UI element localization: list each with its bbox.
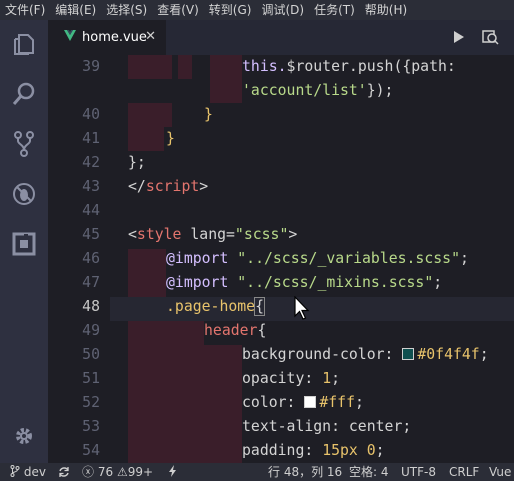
menu-tasks[interactable]: 任务(T) [309, 0, 360, 20]
menu-selection[interactable]: 选择(S) [101, 0, 152, 20]
code-line-41: } [166, 130, 175, 147]
code-editor[interactable]: 39 40 41 42 43 44 45 46 47 48 49 50 51 5… [48, 55, 514, 463]
tab-bar: home.vue ✕ [48, 20, 514, 55]
encoding-status[interactable]: UTF-8 [401, 463, 436, 481]
code-line-54: padding: 15px 0; [242, 442, 385, 459]
line-number: 44 [82, 202, 100, 219]
sync-icon[interactable] [58, 463, 70, 481]
line-number: 52 [82, 394, 100, 411]
line-number: 47 [82, 274, 100, 291]
menu-bar: 文件(F) 编辑(E) 选择(S) 查看(V) 转到(G) 调试(D) 任务(T… [0, 0, 514, 20]
line-number: 45 [82, 226, 100, 243]
code-line-43: </script> [128, 178, 209, 195]
line-number: 43 [82, 178, 100, 195]
code-line-53: text-align: center; [242, 418, 412, 435]
code-line-45: <style lang="scss"> [128, 226, 298, 243]
warning-icon: ⚠ [116, 465, 128, 479]
code-line-39: this.$router.push({path: [242, 58, 456, 75]
menu-debug[interactable]: 调试(D) [256, 0, 309, 20]
debug-icon[interactable] [0, 174, 48, 214]
split-view-icon[interactable] [481, 28, 499, 50]
branch-icon [10, 465, 20, 477]
code-line-51: opacity: 1; [242, 370, 341, 387]
extensions-icon[interactable] [0, 224, 48, 264]
color-swatch[interactable] [402, 348, 415, 360]
tab-filename: home.vue [82, 30, 147, 45]
menu-help[interactable]: 帮助(H) [360, 0, 412, 20]
code-line-52: color: #fff; [242, 394, 364, 411]
play-icon[interactable] [451, 28, 467, 50]
line-number: 46 [82, 250, 100, 267]
line-number: 48 [82, 298, 100, 315]
menu-view[interactable]: 查看(V) [152, 0, 204, 20]
code-line-46: @import "../scss/_variables.scss"; [166, 250, 469, 267]
line-number: 50 [82, 346, 100, 363]
code-line-50: background-color: #0f4f4f; [242, 346, 489, 363]
code-line-40: } [204, 106, 213, 123]
indent-status[interactable]: 空格: 4 [349, 463, 389, 481]
problems-status[interactable]: ⓧ 76 ⚠99+ [82, 463, 153, 481]
menu-goto[interactable]: 转到(G) [204, 0, 257, 20]
language-status[interactable]: Vue [489, 463, 511, 481]
line-number: 51 [82, 370, 100, 387]
status-bar: dev ⓧ 76 ⚠99+ 行 48，列 16 空格: 4 UTF-8 CRLF… [0, 463, 514, 481]
error-icon: ⓧ [82, 465, 95, 479]
line-number: 42 [82, 154, 100, 171]
files-icon[interactable] [0, 24, 48, 64]
code-line-49: header{ [204, 322, 267, 339]
line-number: 41 [82, 130, 100, 147]
source-control-icon[interactable] [0, 124, 48, 164]
vue-icon [64, 30, 76, 45]
line-number: 53 [82, 418, 100, 435]
search-icon[interactable] [0, 74, 48, 114]
lightning-icon[interactable] [168, 463, 178, 481]
code-line-47: @import "../scss/_mixins.scss"; [166, 274, 443, 291]
activity-bar [0, 20, 48, 463]
line-number: 54 [82, 442, 100, 459]
cursor-position[interactable]: 行 48，列 16 [268, 463, 342, 481]
line-number: 40 [82, 106, 100, 123]
gear-icon[interactable] [0, 416, 48, 456]
close-icon[interactable]: ✕ [145, 29, 156, 44]
line-number: 49 [82, 322, 100, 339]
code-line-39-wrap: 'account/list'}); [242, 82, 394, 99]
tab-home-vue[interactable]: home.vue ✕ [48, 20, 166, 55]
menu-file[interactable]: 文件(F) [0, 0, 50, 20]
eol-status[interactable]: CRLF [449, 463, 479, 481]
code-line-42: }; [128, 154, 146, 171]
menu-edit[interactable]: 编辑(E) [50, 0, 101, 20]
line-number: 39 [82, 58, 100, 75]
code-line-48: .page-home{ [166, 297, 266, 316]
mouse-cursor-icon [294, 296, 310, 320]
color-swatch[interactable] [304, 396, 317, 408]
branch-status[interactable]: dev [10, 463, 46, 481]
